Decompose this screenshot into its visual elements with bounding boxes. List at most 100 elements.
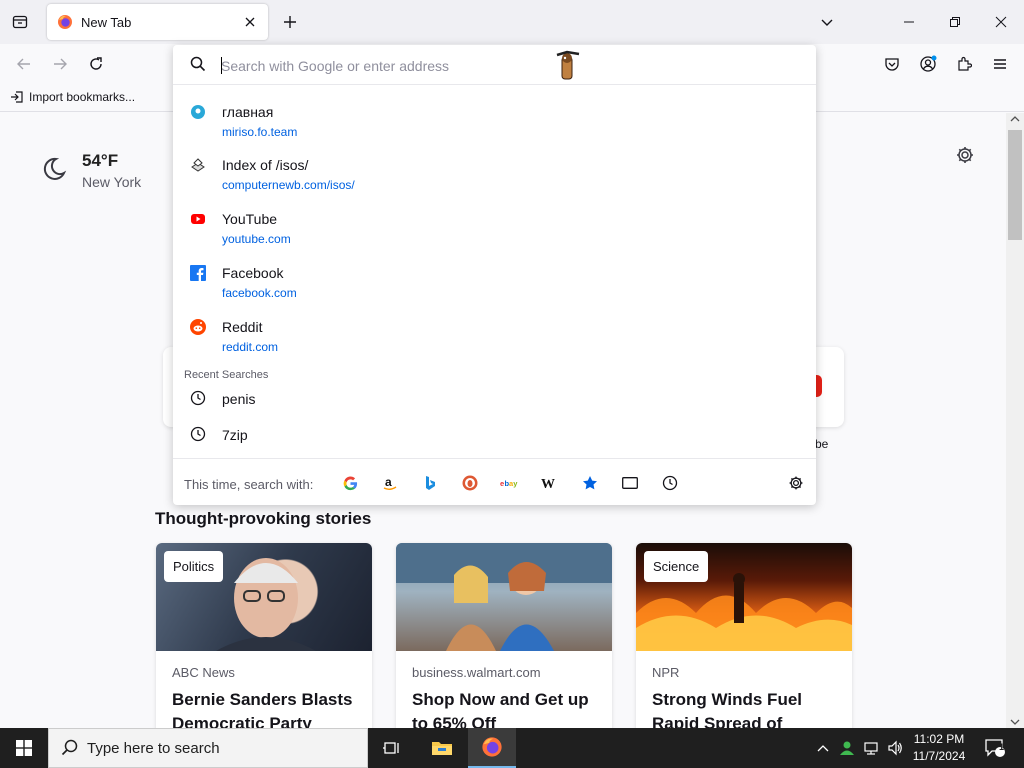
search-settings-button[interactable]	[786, 473, 806, 493]
weather-city: New York	[82, 174, 142, 190]
site-favicon-icon	[191, 158, 205, 172]
recent-searches-heading: Recent Searches	[184, 369, 269, 381]
tab-close-button[interactable]	[242, 14, 258, 30]
volume-button[interactable]	[884, 728, 906, 768]
import-bookmarks-label: Import bookmarks...	[29, 90, 136, 104]
tab-icon	[622, 477, 638, 489]
clock-icon	[190, 390, 206, 406]
suggestion-row[interactable]: Index of /isos/ computernewb.com/isos/	[173, 151, 816, 203]
mascot-icon	[556, 50, 580, 80]
start-button[interactable]	[0, 728, 48, 768]
moon-icon	[43, 157, 67, 180]
suggestion-row[interactable]: Facebook facebook.com	[173, 259, 816, 311]
forward-button[interactable]	[48, 52, 72, 76]
amazon-engine-button[interactable]: a	[380, 473, 400, 493]
suggestion-row[interactable]: Reddit reddit.com	[173, 313, 816, 365]
story-image: Politics	[156, 543, 372, 651]
story-card[interactable]: Politics ABC News Bernie Sanders Blasts …	[156, 543, 372, 728]
clock-icon	[190, 426, 206, 442]
pocket-icon	[885, 58, 899, 71]
duckduckgo-engine-button[interactable]	[460, 473, 480, 493]
ebay-engine-button[interactable]: ebay	[500, 473, 520, 493]
network-button[interactable]	[860, 728, 882, 768]
arrow-left-icon	[17, 58, 30, 70]
google-engine-button[interactable]	[340, 473, 360, 493]
firefox-taskbar-button[interactable]	[468, 728, 516, 768]
restore-icon	[950, 17, 960, 27]
svg-text:a: a	[385, 475, 392, 489]
recent-search-row[interactable]: 7zip	[173, 420, 816, 452]
close-window-button[interactable]	[978, 0, 1024, 44]
import-icon	[11, 91, 23, 103]
gear-icon	[789, 476, 803, 490]
windows-taskbar: Type here to search 11:02 PM 11/7/2024 1	[0, 728, 1024, 768]
bookmarks-search-button[interactable]	[580, 473, 600, 493]
urlbar-input[interactable]	[221, 55, 761, 77]
weather-widget[interactable]: 54°F New York	[40, 151, 141, 190]
new-tab-button[interactable]	[278, 10, 302, 34]
scrollbar-thumb[interactable]	[1008, 130, 1022, 240]
notification-count: 1	[999, 742, 1005, 752]
story-card[interactable]: business.walmart.com Shop Now and Get up…	[396, 543, 612, 728]
urlbar-dropdown: главная miriso.fo.team Index of /isos/ c…	[173, 45, 816, 505]
plus-icon	[284, 16, 296, 28]
history-search-button[interactable]	[660, 473, 680, 493]
scroll-up-arrow-icon[interactable]	[1010, 115, 1020, 123]
youtube-icon	[191, 214, 205, 224]
user-status-icon	[840, 741, 854, 755]
close-icon	[995, 16, 1007, 28]
wikipedia-engine-button[interactable]: W	[540, 473, 560, 493]
amazon-icon: a	[383, 475, 397, 490]
tab-new-tab[interactable]: New Tab	[47, 4, 268, 40]
reload-icon	[90, 57, 102, 70]
file-explorer-button[interactable]	[418, 728, 466, 768]
action-center-button[interactable]: 1	[980, 728, 1010, 768]
account-button[interactable]	[916, 52, 940, 76]
app-menu-button[interactable]	[988, 52, 1012, 76]
personalize-button[interactable]	[955, 145, 975, 168]
urlbar[interactable]	[173, 45, 816, 85]
page-scrollbar[interactable]	[1006, 113, 1024, 728]
svg-text:W: W	[541, 477, 555, 490]
suggestion-url: facebook.com	[222, 286, 297, 300]
account-icon	[920, 55, 937, 72]
task-view-icon	[383, 742, 399, 754]
suggestion-row[interactable]: YouTube youtube.com	[173, 205, 816, 257]
story-headline: Bernie Sanders Blasts Democratic Party	[172, 690, 353, 728]
pocket-button[interactable]	[880, 52, 904, 76]
suggestion-url: miriso.fo.team	[222, 125, 298, 139]
restore-button[interactable]	[932, 0, 978, 44]
shoppers-photo-icon	[396, 543, 612, 651]
story-headline: Strong Winds Fuel Rapid Spread of	[652, 690, 803, 728]
network-icon	[864, 742, 878, 755]
wikipedia-icon: W	[541, 477, 555, 490]
suggestion-title: YouTube	[222, 211, 278, 227]
show-hidden-icons-button[interactable]	[812, 728, 834, 768]
recent-search-row[interactable]: penis	[173, 384, 816, 416]
scroll-down-arrow-icon[interactable]	[1010, 718, 1020, 726]
tab-strip: New Tab	[0, 0, 1024, 44]
back-button[interactable]	[12, 52, 36, 76]
task-view-button[interactable]	[368, 728, 416, 768]
bing-icon	[426, 476, 435, 490]
taskbar-clock[interactable]: 11:02 PM 11/7/2024	[906, 731, 972, 765]
suggestion-row[interactable]: главная miriso.fo.team	[173, 98, 816, 150]
firefox-view-button[interactable]	[8, 10, 32, 34]
reload-button[interactable]	[84, 52, 108, 76]
recent-search-label: penis	[222, 391, 256, 407]
suggestion-title: Reddit	[222, 319, 263, 335]
bing-engine-button[interactable]	[420, 473, 440, 493]
extensions-button[interactable]	[952, 52, 976, 76]
minimize-button[interactable]	[886, 0, 932, 44]
import-bookmarks-button[interactable]: Import bookmarks...	[10, 90, 135, 104]
story-card[interactable]: Science NPR Strong Winds Fuel Rapid Spre…	[636, 543, 852, 728]
list-all-tabs-button[interactable]	[815, 10, 839, 34]
gear-icon	[957, 147, 973, 163]
duckduckgo-icon	[462, 475, 478, 491]
user-tray-button[interactable]	[836, 728, 858, 768]
close-icon	[245, 17, 255, 27]
tabs-search-button[interactable]	[620, 473, 640, 493]
firefox-view-icon	[12, 15, 28, 29]
story-tag: Science	[644, 551, 709, 582]
taskbar-search-box[interactable]: Type here to search	[48, 728, 368, 768]
